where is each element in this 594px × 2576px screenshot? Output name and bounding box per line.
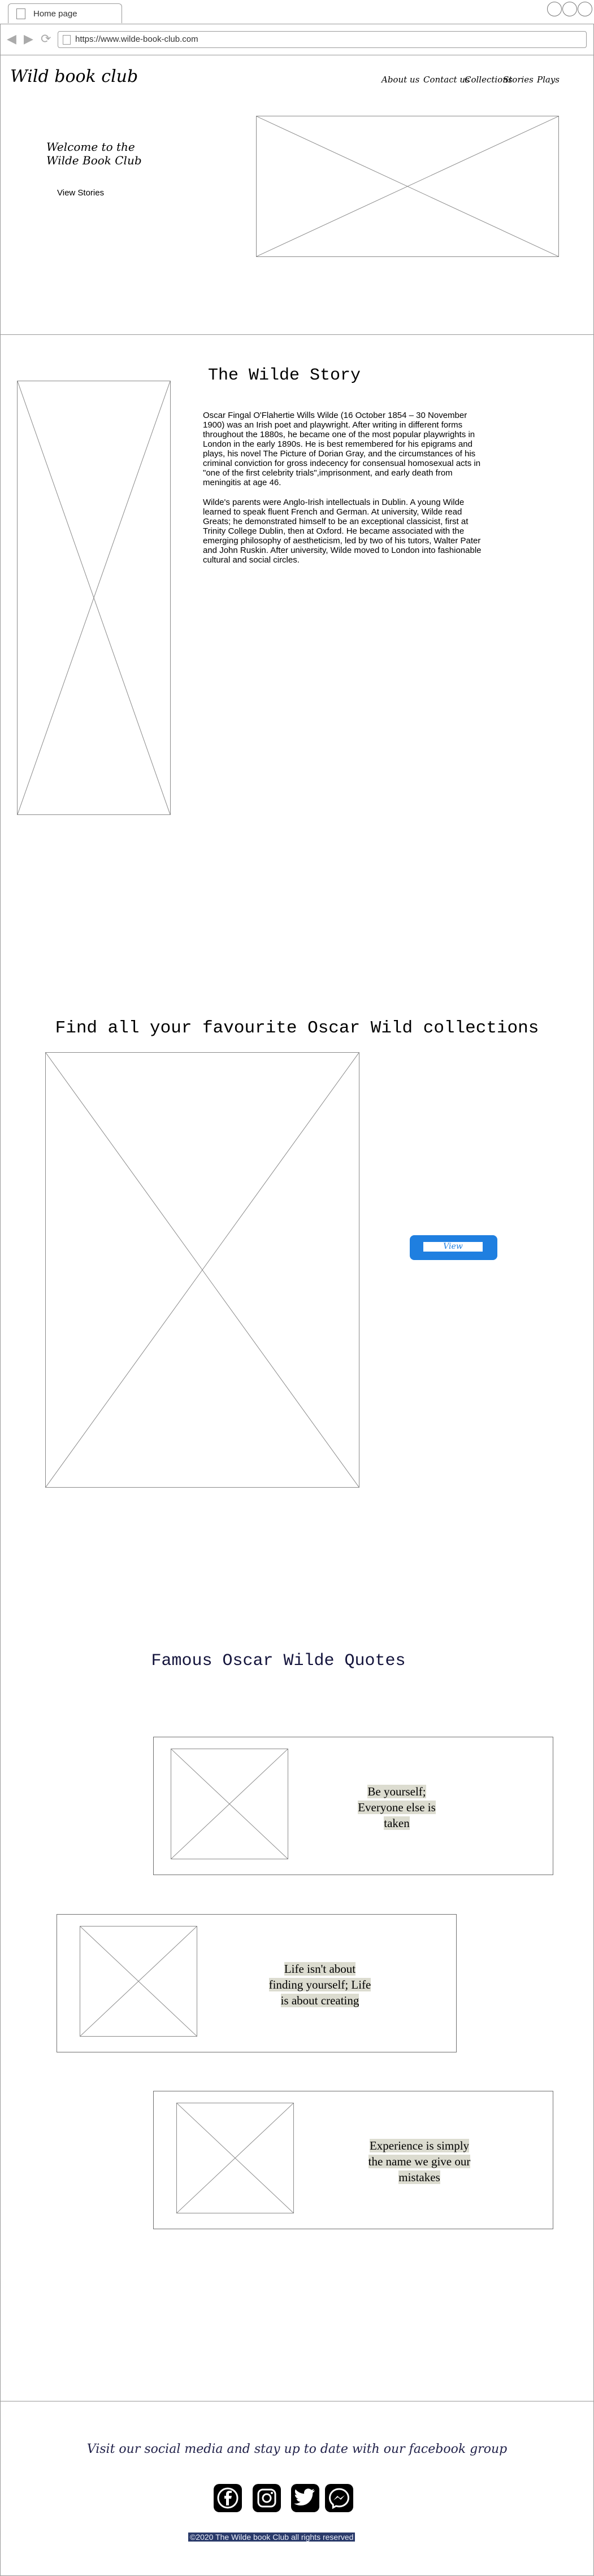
quote-line: Experience is simply bbox=[369, 2139, 470, 2152]
social-heading: Visit our social media and stay up to da… bbox=[86, 2442, 508, 2456]
page-icon bbox=[16, 8, 25, 19]
quote-line: mistakes bbox=[398, 2170, 440, 2184]
nav-stories[interactable]: Stories bbox=[503, 75, 534, 85]
quote-line: Be yourself; bbox=[367, 1785, 426, 1798]
quote-image-placeholder bbox=[80, 1926, 197, 2037]
nav-contact-us[interactable]: Contact us bbox=[423, 75, 470, 85]
collection-image-placeholder bbox=[45, 1052, 359, 1488]
messenger-icon[interactable] bbox=[325, 2484, 353, 2512]
hero-image-placeholder bbox=[256, 116, 559, 257]
site-logo[interactable]: Wild book club bbox=[10, 67, 138, 86]
minimize-button[interactable] bbox=[547, 2, 562, 16]
quotes-heading: Famous Oscar Wilde Quotes bbox=[151, 1651, 406, 1671]
hero-title: Welcome to the Wilde Book Club bbox=[46, 140, 142, 167]
view-collections-button[interactable]: View collections bbox=[410, 1235, 497, 1261]
view-stories-button[interactable]: View Stories bbox=[57, 188, 104, 198]
quote-line: the name we give our bbox=[368, 2155, 471, 2168]
quote-text: Be yourself; Everyone else is taken bbox=[329, 1784, 465, 1831]
browser-nav-bar: ◀ ▶ ⟳ https://www.wilde-book-club.com bbox=[0, 24, 594, 55]
hero-title-line: Wilde Book Club bbox=[46, 154, 142, 167]
quote-line: Life isn't about bbox=[284, 1962, 356, 1976]
section-divider bbox=[0, 334, 594, 335]
portrait-image-placeholder bbox=[17, 381, 171, 815]
story-heading: The Wilde Story bbox=[208, 366, 361, 385]
browser-tab[interactable]: Home page bbox=[8, 3, 122, 23]
twitter-icon[interactable] bbox=[291, 2484, 319, 2512]
forward-arrow-icon[interactable]: ▶ bbox=[24, 32, 33, 46]
quote-image-placeholder bbox=[176, 2103, 294, 2213]
close-button[interactable] bbox=[578, 2, 592, 16]
quote-line: finding yourself; Life bbox=[268, 1978, 371, 1991]
quote-line: Everyone else is bbox=[358, 1801, 436, 1814]
quote-text: Life isn't about finding yourself; Life … bbox=[246, 1961, 393, 2008]
quote-line: is about creating bbox=[280, 1994, 359, 2007]
hero-title-line: Welcome to the bbox=[46, 140, 135, 154]
reload-icon[interactable]: ⟳ bbox=[41, 32, 51, 46]
browser-tab-bar: Home page bbox=[0, 0, 594, 24]
nav-plays[interactable]: Plays bbox=[537, 75, 560, 85]
quote-card: Experience is simply the name we give ou… bbox=[153, 2091, 553, 2229]
nav-about-us[interactable]: About us bbox=[381, 75, 419, 85]
copyright-text: ©2020 The Wilde book Club all rights res… bbox=[188, 2533, 355, 2542]
story-paragraph: Wilde's parents were Anglo-Irish intelle… bbox=[203, 498, 482, 565]
maximize-button[interactable] bbox=[562, 2, 577, 16]
facebook-icon[interactable] bbox=[214, 2484, 242, 2512]
quote-image-placeholder bbox=[171, 1749, 288, 1859]
view-collections-label: View collections bbox=[423, 1242, 483, 1261]
url-text: https://www.wilde-book-club.com bbox=[75, 34, 198, 44]
quote-line: taken bbox=[384, 1816, 410, 1830]
collections-heading: Find all your favourite Oscar Wild colle… bbox=[55, 1018, 539, 1038]
story-text: Oscar Fingal O'Flahertie Wills Wilde (16… bbox=[203, 411, 485, 575]
back-arrow-icon[interactable]: ◀ bbox=[7, 32, 16, 46]
page-icon bbox=[63, 35, 71, 45]
instagram-icon[interactable] bbox=[253, 2484, 281, 2512]
address-bar[interactable]: https://www.wilde-book-club.com bbox=[58, 31, 587, 48]
tab-title: Home page bbox=[33, 9, 77, 19]
story-paragraph: Oscar Fingal O'Flahertie Wills Wilde (16… bbox=[203, 411, 481, 487]
quote-text: Experience is simply the name we give ou… bbox=[354, 2138, 484, 2185]
quote-card: Life isn't about finding yourself; Life … bbox=[57, 1914, 457, 2052]
quote-card: Be yourself; Everyone else is taken bbox=[153, 1737, 553, 1875]
